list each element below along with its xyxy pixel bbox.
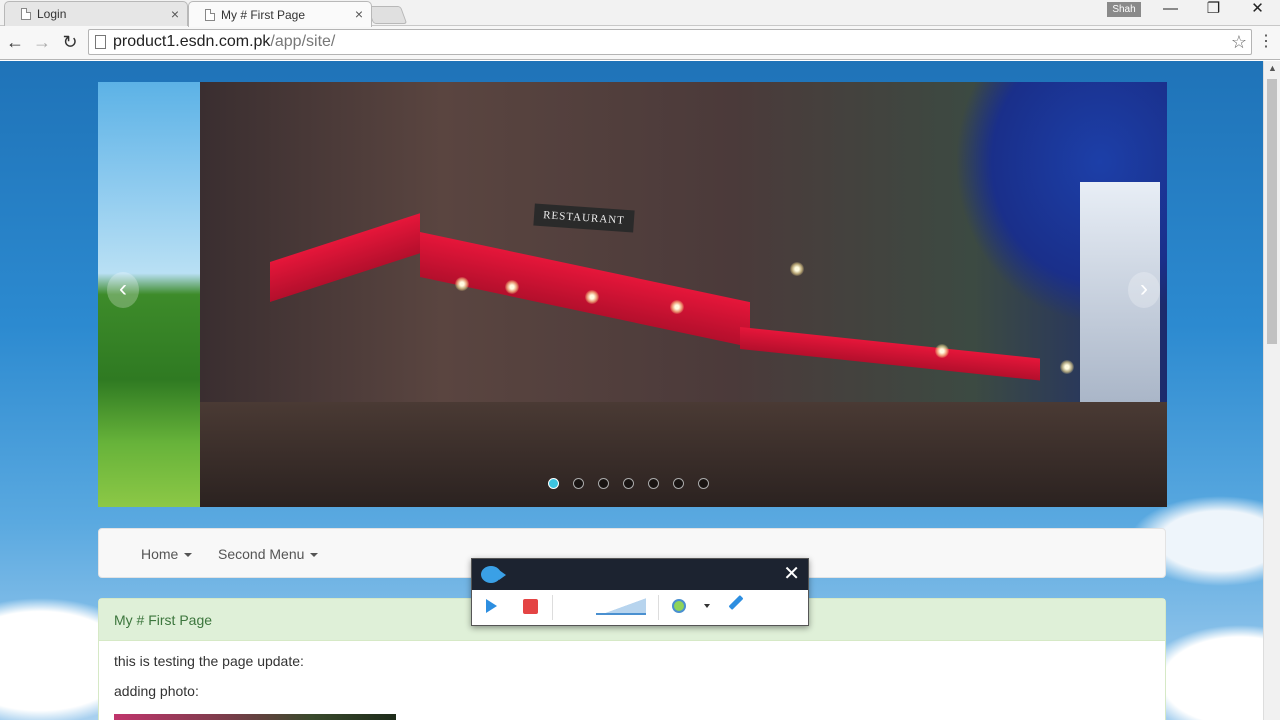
street-image	[200, 402, 1167, 507]
restaurant-sign: RESTAURANT	[533, 203, 635, 233]
scroll-up-icon[interactable]: ▲	[1268, 63, 1277, 73]
string-light	[670, 300, 684, 314]
url-host: product1.esdn.com.pk	[113, 33, 271, 50]
audio-volume-icon[interactable]	[596, 598, 646, 615]
minimize-button[interactable]: —	[1148, 0, 1193, 20]
reload-icon[interactable]: ↻	[59, 31, 81, 53]
close-tab-icon[interactable]: ×	[171, 6, 179, 22]
carousel-indicator-dot[interactable]	[648, 478, 659, 489]
red-awning	[740, 327, 1040, 381]
chevron-down-icon[interactable]	[704, 604, 710, 608]
page-icon	[21, 8, 31, 20]
close-tab-icon[interactable]: ×	[355, 6, 363, 22]
carousel-indicator-dot[interactable]	[623, 478, 634, 489]
tab-login[interactable]: Login ×	[4, 1, 188, 26]
carousel-slide-restaurant-street: RESTAURANT	[200, 82, 1167, 507]
carousel-indicator-dot[interactable]	[673, 478, 684, 489]
carousel-indicator-dot[interactable]	[573, 478, 584, 489]
carousel-indicator-dot[interactable]	[548, 478, 559, 489]
divider	[552, 595, 553, 620]
image-carousel: RESTAURANT ‹ ›	[98, 82, 1167, 507]
carousel-indicator-dot[interactable]	[698, 478, 709, 489]
tab-label: Login	[37, 7, 67, 21]
profile-badge[interactable]: Shah	[1107, 2, 1141, 17]
panel-body: this is testing the page update: adding …	[99, 641, 1165, 720]
nav-item-label: Second Menu	[218, 546, 305, 562]
string-light	[455, 277, 469, 291]
recorder-close-button[interactable]: ✕	[783, 562, 800, 586]
string-light	[935, 344, 949, 358]
uploaded-photo	[114, 714, 396, 720]
url-path: /app/site/	[270, 33, 336, 50]
nav-home-dropdown[interactable]: Home	[141, 529, 193, 579]
screen-recorder-toolbar: ✕	[471, 558, 809, 626]
body-text: this is testing the page update:	[114, 653, 304, 669]
pen-draw-icon[interactable]	[728, 595, 744, 610]
page-icon	[95, 35, 106, 49]
bookmark-star-icon[interactable]: ☆	[1231, 30, 1247, 54]
stop-record-icon[interactable]	[523, 599, 538, 614]
nav-item-label: Home	[141, 546, 179, 562]
carousel-indicators	[548, 478, 709, 489]
divider	[658, 595, 659, 620]
webcam-icon[interactable]	[672, 599, 686, 613]
string-light	[1060, 360, 1074, 374]
close-window-button[interactable]: ✕	[1235, 0, 1280, 20]
street-lamp	[790, 262, 804, 276]
scrollbar-thumb[interactable]	[1267, 79, 1277, 344]
string-light	[585, 290, 599, 304]
restore-button[interactable]: ❐	[1191, 0, 1236, 20]
tab-label: My # First Page	[221, 7, 306, 22]
carousel-indicator-dot[interactable]	[598, 478, 609, 489]
page-icon	[205, 8, 215, 21]
string-light	[505, 280, 519, 294]
chrome-menu-icon[interactable]: ⋮	[1258, 32, 1274, 52]
nav-second-menu-dropdown[interactable]: Second Menu	[218, 529, 319, 579]
forward-arrow-icon[interactable]: →	[31, 31, 53, 53]
carousel-prev-button[interactable]: ‹	[107, 272, 139, 308]
browser-toolbar: ← → ↻ product1.esdn.com.pk/app/site/ ☆ ⋮	[0, 26, 1280, 60]
tab-strip: Login × My # First Page × Shah — ❐ ✕	[0, 0, 1280, 27]
back-arrow-icon[interactable]: ←	[4, 31, 26, 53]
play-icon[interactable]	[486, 599, 497, 613]
red-awning	[270, 213, 420, 302]
body-text: adding photo:	[114, 683, 199, 699]
video-camera-icon	[481, 566, 506, 583]
new-tab-button[interactable]	[366, 6, 408, 24]
vertical-scrollbar[interactable]: ▲	[1263, 61, 1280, 720]
recorder-titlebar[interactable]: ✕	[472, 559, 808, 590]
caret-down-icon	[310, 553, 319, 558]
tab-first-page[interactable]: My # First Page ×	[188, 1, 372, 27]
caret-down-icon	[184, 553, 193, 558]
address-bar[interactable]: product1.esdn.com.pk/app/site/ ☆	[88, 29, 1252, 55]
red-awning	[420, 232, 750, 348]
carousel-next-button[interactable]: ›	[1128, 272, 1160, 308]
